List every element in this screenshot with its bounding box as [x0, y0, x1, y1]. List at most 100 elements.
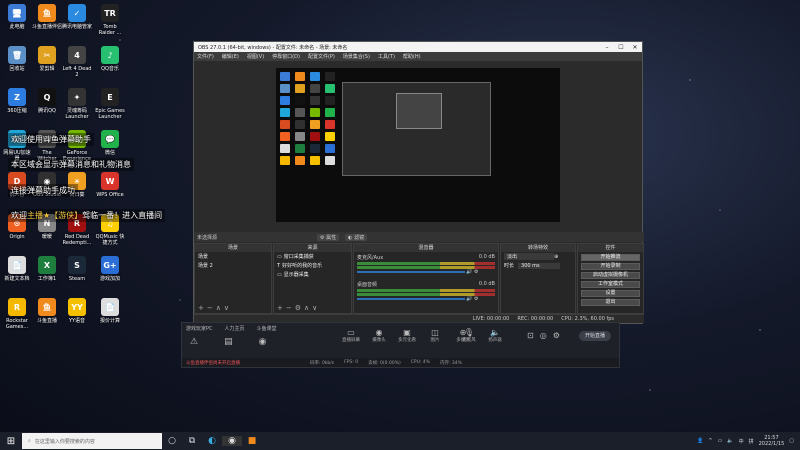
desktop-icon[interactable]: E Epic Games Launcher — [95, 88, 125, 120]
cortana-icon[interactable]: ○ — [162, 436, 182, 446]
obs-menu-item[interactable]: 场景集合(S) — [343, 53, 370, 60]
gear-icon[interactable]: ⚙ — [474, 296, 478, 302]
mic-control[interactable]: 🎙 麦克风 — [460, 328, 478, 343]
task-view-icon[interactable]: ⧉ — [182, 436, 202, 446]
desktop-icon[interactable]: YY YY语音 — [62, 298, 92, 324]
clock[interactable]: 21:57 2022/1/15 — [759, 435, 785, 447]
sources-footer-buttons[interactable]: +−⚙∧∨ — [277, 304, 320, 312]
start-recording-button[interactable]: 开始录制 — [581, 263, 640, 270]
start-live-button[interactable]: 开始直播 — [579, 331, 611, 341]
preview-mini-icon — [295, 120, 305, 129]
duration-row: 时长 300 ms — [501, 261, 575, 270]
warning-icon[interactable]: ⚠ — [190, 337, 198, 347]
helper-tool-button[interactable]: ◫ 图片 — [426, 328, 444, 343]
helper-tool-button[interactable]: ▭ 直播屏幕 — [342, 328, 360, 343]
preview-mini-icon — [280, 108, 290, 117]
person-icon[interactable]: 👤 — [697, 438, 703, 444]
obs-preview[interactable] — [276, 68, 560, 222]
edge-icon[interactable]: ◐ — [202, 436, 222, 446]
network-icon[interactable]: ▭ — [718, 438, 723, 444]
helper-tab[interactable]: 人力主页 — [225, 325, 245, 332]
helper-tool-button[interactable]: ▣ 多元化看 — [398, 328, 416, 343]
transition-select[interactable]: 淡出 ⊕ — [501, 252, 575, 261]
preview-nested-obs — [342, 82, 491, 176]
obs-menu-item[interactable]: 配置文件(P) — [308, 53, 335, 60]
volume-icon[interactable]: 🔈 — [727, 438, 733, 444]
desktop-icon[interactable]: 💬 微信 — [95, 130, 125, 156]
ime-indicator[interactable]: 拼 — [749, 438, 754, 445]
desktop-icon[interactable]: 🖥 此电脑 — [2, 4, 32, 30]
source-item[interactable]: T 好好听的我的音乐 — [274, 261, 351, 270]
desktop-icon[interactable]: 🗑 回收站 — [2, 46, 32, 72]
camera-icon[interactable]: ⊡ — [527, 331, 534, 340]
language-indicator[interactable]: 中 — [739, 438, 744, 445]
scenes-footer-buttons[interactable]: +−∧∨ — [198, 304, 232, 312]
source-item[interactable]: ▭ 显示器采集 — [274, 270, 351, 279]
volume-slider[interactable] — [357, 298, 465, 300]
desktop-icon[interactable]: R Rockstar Games... — [2, 298, 32, 330]
gear-icon[interactable]: ⚙ — [553, 331, 560, 340]
desktop-icon-glyph: ✦ — [68, 88, 86, 106]
desktop-icon[interactable]: ✓ 腾讯电脑管家 — [62, 4, 92, 30]
minimize-icon[interactable]: – — [600, 44, 614, 51]
desktop-icon[interactable]: W WPS Office — [95, 172, 125, 198]
filters-button[interactable]: ◐ 滤镜 — [345, 233, 368, 241]
scenes-header: 场景 — [195, 244, 271, 252]
desktop-icon[interactable]: G+ 游戏加加 — [95, 256, 125, 282]
helper-status-item: 丢帧: 0(0.00%) — [368, 360, 401, 366]
chevron-up-icon[interactable]: ^ — [708, 438, 712, 444]
desktop-icon-label: 腾讯QQ — [38, 108, 56, 114]
duration-input[interactable]: 300 ms — [518, 262, 561, 269]
virtual-camera-button[interactable]: 启动虚拟摄像机 — [581, 272, 640, 279]
speaker-icon[interactable]: 🔊 — [466, 269, 472, 275]
source-item-label: 窗口采集捕获 — [283, 254, 314, 260]
settings-button[interactable]: 设置 — [581, 290, 640, 297]
windows-start-icon[interactable]: ⊞ — [0, 436, 22, 447]
source-item-label: 显示器采集 — [283, 272, 309, 278]
properties-button[interactable]: ⚙ 属性 — [317, 233, 340, 241]
helper-tab[interactable]: 斗鱼课堂 — [257, 325, 277, 332]
studio-mode-button[interactable]: 工作室模式 — [581, 281, 640, 288]
desktop-icon[interactable]: Q 腾讯QQ — [32, 88, 62, 114]
desktop-icon[interactable]: 鱼斗鱼直播 — [32, 298, 62, 324]
gear-icon[interactable]: ⚙ — [474, 269, 478, 275]
eye-icon[interactable]: ◎ — [540, 331, 547, 340]
helper-tab[interactable]: 游戏玩家PC — [186, 325, 213, 332]
obs-menu-item[interactable]: 文件(F) — [197, 53, 214, 60]
desktop-icon[interactable]: 鱼斗鱼直播伴侣 — [32, 4, 62, 30]
volume-slider[interactable] — [357, 271, 465, 273]
scene-item[interactable]: 场景 — [195, 252, 271, 261]
desktop-icon[interactable]: ✦ 灵魂筹码Launcher — [62, 88, 92, 120]
desktop-icon[interactable]: TR Tomb Raider ... — [95, 4, 125, 36]
desktop-icon[interactable]: 📄 报价计算 — [95, 298, 125, 324]
obs-taskbar-icon[interactable]: ◉ — [222, 436, 242, 446]
desktop-icon[interactable]: X 工作簿1 — [32, 256, 62, 282]
obs-menu-item[interactable]: 工具(T) — [378, 53, 395, 60]
desktop-icon[interactable]: Z 360压缩 — [2, 88, 32, 114]
maximize-icon[interactable]: ☐ — [614, 44, 628, 51]
obs-menu-item[interactable]: 停靠窗口(D) — [272, 53, 300, 60]
source-item[interactable]: ▭ 窗口采集捕获 — [274, 252, 351, 261]
chart-icon[interactable]: ▤ — [224, 337, 233, 347]
exit-button[interactable]: 退出 — [581, 299, 640, 306]
desktop-icon[interactable]: ✂ 爱剪辑 — [32, 46, 62, 72]
desktop-icon[interactable]: 4 Left 4 Dead 2 — [62, 46, 92, 78]
taskbar-search-input[interactable]: ⌕ 在这里输入你要搜索的内容 — [22, 433, 162, 449]
speaker-icon[interactable]: 🔊 — [466, 296, 472, 302]
desktop-icon[interactable]: 📄 新建文本档 — [2, 256, 32, 282]
douyu-taskbar-icon[interactable]: ■ — [242, 436, 262, 446]
close-icon[interactable]: ✕ — [628, 44, 642, 51]
obs-menu-item[interactable]: 编辑(E) — [222, 53, 239, 60]
no-source-label: 未选择源 — [197, 234, 218, 241]
obs-menu-item[interactable]: 帮助(H) — [403, 53, 421, 60]
obs-menu-item[interactable]: 视图(V) — [247, 53, 264, 60]
user-icon[interactable]: ◉ — [259, 337, 267, 347]
helper-tool-button[interactable]: ◉ 摄像头 — [370, 328, 388, 343]
speaker-control[interactable]: 🔈 扬声器 — [486, 328, 504, 343]
desktop-icon[interactable]: ♪ QQ音乐 — [95, 46, 125, 72]
desktop-icon[interactable]: S Steam — [62, 256, 92, 282]
notification-icon[interactable]: ▢ — [789, 438, 794, 444]
desktop-icon-label: 斗鱼直播伴侣 — [32, 24, 63, 30]
start-streaming-button[interactable]: 开始推流 — [581, 254, 640, 261]
scene-item[interactable]: 场景 2 — [195, 261, 271, 270]
